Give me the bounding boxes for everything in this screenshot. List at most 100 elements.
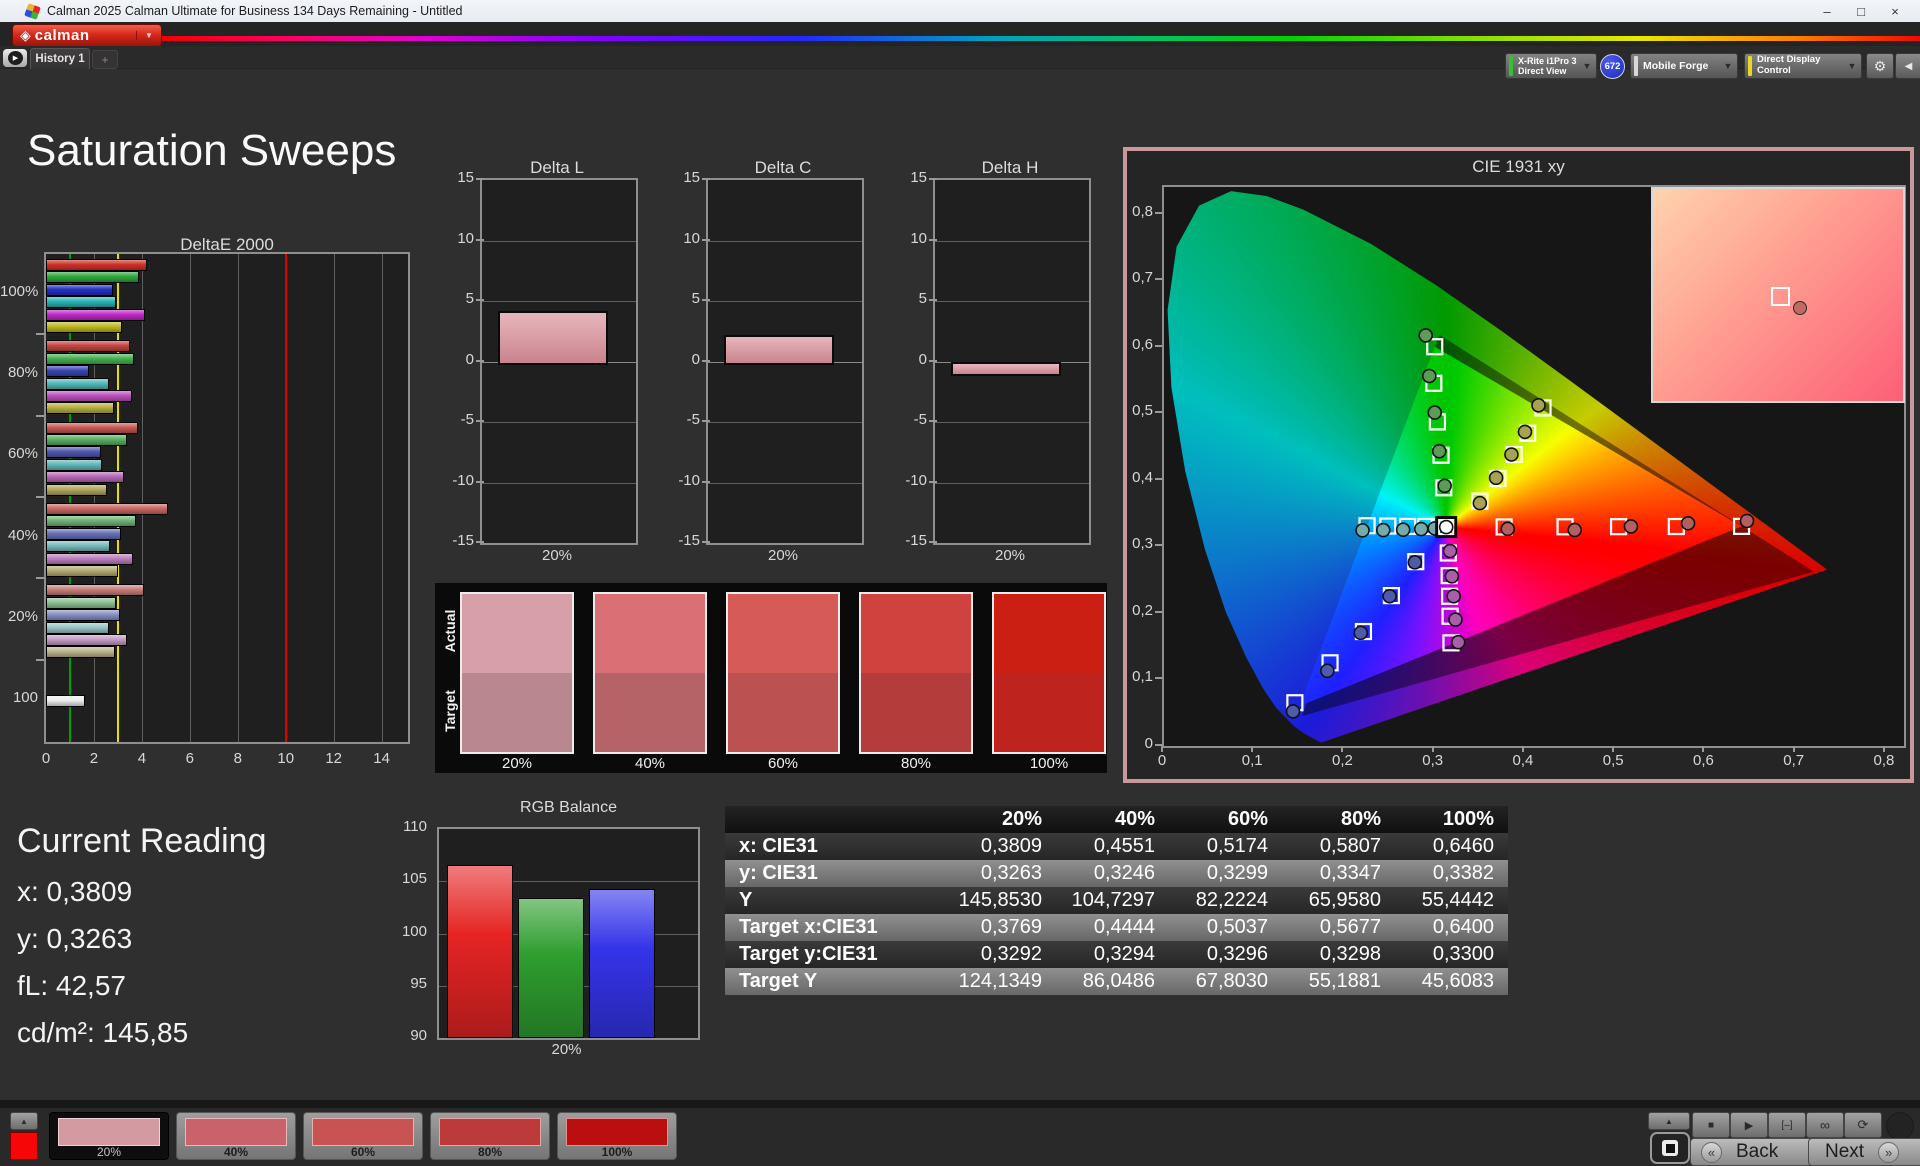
x-tick-label: 0 bbox=[1144, 752, 1180, 769]
inset-target-square bbox=[1771, 287, 1790, 306]
y-axis-tick bbox=[1155, 744, 1162, 746]
collapse-panel-button[interactable]: ◀ bbox=[1895, 53, 1920, 79]
actual-row-label: Actual bbox=[442, 596, 458, 666]
deltae-group-label: 40% bbox=[0, 527, 38, 544]
y-tick-label: 5 bbox=[666, 290, 700, 307]
swatch-label: 100% bbox=[992, 755, 1106, 772]
y-tick-label: 15 bbox=[893, 169, 927, 186]
transport-up-button[interactable]: ▲ bbox=[1648, 1112, 1690, 1130]
deltae-bar-80%-2 bbox=[46, 365, 89, 377]
meter-count-badge: 672 bbox=[1600, 54, 1625, 79]
y-tick-label: 90 bbox=[393, 1027, 427, 1044]
y-axis-tick bbox=[929, 541, 937, 543]
next-button[interactable]: Next » bbox=[1808, 1138, 1920, 1166]
y-tick-label: 0 bbox=[666, 351, 700, 368]
deltae-bar-20%-1 bbox=[46, 597, 116, 609]
tab-history-1[interactable]: History 1 bbox=[30, 48, 90, 69]
meter-dropdown-xrite[interactable]: X-Rite i1Pro 3 Direct View ▼ bbox=[1505, 53, 1597, 79]
settings-button[interactable]: ⚙ bbox=[1866, 53, 1894, 79]
swatch-label: 60% bbox=[726, 755, 840, 772]
y-axis-tick bbox=[476, 541, 484, 543]
delta_h-bar bbox=[951, 362, 1061, 377]
patch-button-20%[interactable]: 20% bbox=[49, 1112, 169, 1160]
table-cell: 0,5807 bbox=[1282, 835, 1395, 858]
y-tick-label: 0,6 bbox=[1127, 336, 1153, 353]
current-reading-title: Current Reading bbox=[17, 822, 266, 861]
up-arrow-icon: ▲ bbox=[1665, 1117, 1673, 1126]
gridline bbox=[382, 254, 383, 742]
calman-menu-button[interactable]: ◈ calman ▼ bbox=[12, 24, 162, 47]
meter-xrite-line2: Direct View bbox=[1518, 66, 1578, 76]
patch-button-60%[interactable]: 60% bbox=[303, 1112, 423, 1160]
deltae-group-label: 60% bbox=[0, 445, 38, 462]
y-axis-tick bbox=[929, 360, 937, 362]
stop-measure-button[interactable] bbox=[1650, 1132, 1690, 1164]
y-tick-label: -5 bbox=[666, 411, 700, 428]
transport-loop-button[interactable]: ∞ bbox=[1806, 1112, 1844, 1138]
gridline bbox=[935, 301, 1089, 302]
deltae-bar-80%-0 bbox=[46, 340, 130, 352]
y-axis-tick bbox=[1155, 212, 1162, 214]
close-button[interactable]: × bbox=[1878, 0, 1912, 22]
delta_c-chart bbox=[706, 178, 864, 545]
table-cell: 0,3294 bbox=[1056, 943, 1169, 966]
minimize-button[interactable]: – bbox=[1810, 0, 1844, 22]
y-tick-label: -5 bbox=[440, 411, 474, 428]
deltae2000-y-axis-labels: 100%80%60%40%20%100 bbox=[0, 252, 42, 740]
meter-dropdown-direct-display[interactable]: Direct Display Control ▼ bbox=[1744, 53, 1862, 79]
transport-bracket-button[interactable]: [–] bbox=[1768, 1112, 1806, 1138]
deltae-bar-60%-3 bbox=[46, 459, 102, 471]
y-axis-tick bbox=[476, 178, 484, 180]
table-cell: 0,3769 bbox=[943, 916, 1056, 939]
deltae-bar-100%-2 bbox=[46, 284, 113, 296]
transport-play-button[interactable]: ▶ bbox=[1730, 1112, 1768, 1138]
calman-logo-text: calman bbox=[35, 27, 90, 44]
transport-stop-button[interactable]: ■ bbox=[1692, 1112, 1730, 1138]
x-tick-label: 0,1 bbox=[1234, 752, 1270, 769]
inset-measured-dot bbox=[1793, 301, 1807, 315]
page-title: Saturation Sweeps bbox=[27, 126, 396, 176]
table-cell: 55,1881 bbox=[1282, 970, 1395, 993]
patch-color-chip bbox=[312, 1118, 414, 1146]
meter-direct-display-label: Direct Display Control bbox=[1752, 55, 1843, 77]
y-axis-tick bbox=[1155, 278, 1162, 280]
patch-list-up-button[interactable]: ▲ bbox=[10, 1112, 38, 1130]
patch-button-80%[interactable]: 80% bbox=[430, 1112, 550, 1160]
gear-icon: ⚙ bbox=[1874, 58, 1887, 75]
maximize-button[interactable]: □ bbox=[1844, 0, 1878, 22]
back-button[interactable]: « Back bbox=[1690, 1138, 1826, 1166]
chevron-down-icon: ▼ bbox=[1719, 61, 1737, 71]
table-cell: 55,4442 bbox=[1395, 889, 1508, 912]
reference-line-10 bbox=[285, 254, 287, 742]
sidebar-expander-button[interactable]: ▶ bbox=[3, 49, 27, 67]
table-row: y: CIE310,32630,32460,32990,33470,3382 bbox=[725, 860, 1508, 887]
deltae-bar-40%-5 bbox=[46, 565, 118, 577]
deltae-bar-60%-1 bbox=[46, 434, 127, 446]
delta_h-x-label: 20% bbox=[933, 547, 1087, 564]
patch-button-40%[interactable]: 40% bbox=[176, 1112, 296, 1160]
transport-refresh-button[interactable]: ⟳ bbox=[1844, 1112, 1882, 1138]
chevrons-left-icon: « bbox=[1701, 1142, 1722, 1163]
patch-button-100%[interactable]: 100% bbox=[557, 1112, 677, 1160]
table-column-header: 60% bbox=[1169, 808, 1282, 831]
deltae-bar-100-0 bbox=[46, 695, 85, 707]
y-axis-tick bbox=[1155, 611, 1162, 613]
calman-logo-icon: ◈ bbox=[20, 27, 31, 44]
swatch-target-half bbox=[728, 673, 838, 752]
gridline bbox=[708, 422, 862, 423]
x-tick-label: 6 bbox=[176, 750, 204, 767]
window-titlebar: Calman 2025 Calman Ultimate for Business… bbox=[0, 0, 1920, 22]
table-row-label: Target y:CIE31 bbox=[725, 943, 943, 966]
x-tick-label: 0,7 bbox=[1776, 752, 1812, 769]
meter-dropdown-mobile-forge[interactable]: Mobile Forge ▼ bbox=[1630, 53, 1738, 79]
table-row-label: Y bbox=[725, 889, 943, 912]
deltae-bar-100%-0 bbox=[46, 259, 147, 271]
deltae-bar-40%-1 bbox=[46, 515, 136, 527]
y-tick-label: 0,8 bbox=[1127, 203, 1153, 220]
table-cell: 0,6400 bbox=[1395, 916, 1508, 939]
add-tab-button[interactable]: + bbox=[92, 50, 118, 69]
target-row-label: Target bbox=[442, 676, 458, 746]
deltae-bar-40%-2 bbox=[46, 528, 121, 540]
y-tick-label: 0,1 bbox=[1127, 668, 1153, 685]
deltae-bar-20%-3 bbox=[46, 622, 109, 634]
